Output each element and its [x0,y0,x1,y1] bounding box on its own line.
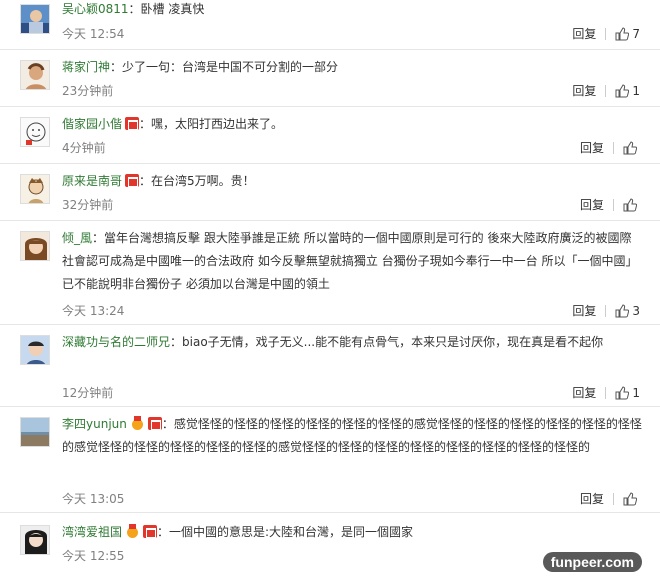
avatar[interactable] [20,525,50,555]
medal-icon[interactable] [130,416,145,430]
reply-button[interactable]: 回复 [572,83,596,99]
reply-button[interactable]: 回复 [580,140,604,156]
reply-button[interactable]: 回复 [572,26,596,42]
divider [605,85,607,97]
divider [605,305,607,317]
thumbs-up-icon [623,492,637,506]
thumbs-up-icon [615,84,630,98]
avatar[interactable] [20,417,50,447]
like-button[interactable] [623,141,640,155]
comment-time: 32分钟前 [62,198,114,212]
avatar[interactable] [20,60,50,90]
comment-text: ：當年台灣想搞反擊 跟大陸爭誰是正統 所以當時的一個中國原則是可行的 後來大陸政… [62,231,638,291]
username-link[interactable]: 湾湾爱祖国 [62,525,122,539]
comment-time: 4分钟前 [62,141,106,155]
username-link[interactable]: 深藏功与名的二师兄 [62,335,170,349]
comment-time: 今天 12:55 [62,549,125,563]
vip-badge-icon[interactable] [147,417,162,430]
username-link[interactable]: 偕家园小偕 [62,117,122,131]
like-count: 3 [632,304,640,318]
divider [605,28,607,40]
username-link[interactable]: 蒋家门神 [62,60,110,74]
comment-time: 今天 13:05 [62,492,125,506]
comment-text: ：嘿，太阳打西边出来了。 [139,117,284,131]
comment-text: ：卧槽 凌真快 [128,2,205,16]
reply-button[interactable]: 回复 [572,303,596,319]
like-button[interactable]: 7 [615,26,640,42]
comment-time: 今天 13:24 [62,304,125,318]
username-link[interactable]: 倾_風 [62,231,92,245]
comment-text: ：一個中國的意思是:大陸和台灣，是同一個國家 [157,525,414,539]
thumbs-up-icon [623,141,637,155]
reply-button[interactable]: 回复 [580,197,604,213]
avatar[interactable] [20,335,50,365]
like-count: 7 [632,27,640,41]
comment-text: ：在台湾5万啊。贵！ [139,174,255,188]
thumbs-up-icon [615,304,630,318]
thumbs-up-icon [615,27,630,41]
comment-item: 原来是南哥 ：在台湾5万啊。贵！ 32分钟前 回复 [0,164,660,221]
like-button[interactable] [623,198,640,212]
comment-item: 李四yunjun ：感觉怪怪的怪怪的怪怪的怪怪的怪怪的怪怪的感觉怪怪的怪怪的怪怪的… [0,407,660,513]
comment-text: ：biao子无情，戏子无义...能不能有点骨气，本来只是讨厌你，现在真是看不起你 [170,335,604,349]
comment-time: 今天 12:54 [62,27,125,41]
comment-item: 蒋家门神：少了一句：台湾是中国不可分割的一部分 23分钟前 回复 1 [0,50,660,107]
divider [613,493,614,505]
divider [613,199,614,211]
comment-text: ：少了一句：台湾是中国不可分割的一部分 [110,60,339,74]
thumbs-up-icon [623,198,637,212]
vip-badge-icon[interactable] [125,174,140,187]
comment-item: 吴心颖0811：卧槽 凌真快 今天 12:54 回复 7 [0,0,660,50]
like-count: 1 [632,84,640,98]
comment-time: 12分钟前 [62,386,114,400]
like-count: 1 [632,386,640,400]
vip-badge-icon[interactable] [143,525,158,538]
username-link[interactable]: 李四yunjun [62,417,127,431]
like-button[interactable]: 1 [615,385,640,401]
like-button[interactable]: 1 [615,83,640,99]
comment-item: 倾_風：當年台灣想搞反擊 跟大陸爭誰是正統 所以當時的一個中國原則是可行的 後來… [0,221,660,325]
comment-item: 偕家园小偕 ：嘿，太阳打西边出来了。 4分钟前 回复 [0,107,660,164]
like-button[interactable]: 3 [615,303,640,319]
thumbs-up-icon [615,386,630,400]
username-link[interactable]: 原来是南哥 [62,174,122,188]
reply-button[interactable]: 回复 [580,491,604,507]
comment-item: 深藏功与名的二师兄：biao子无情，戏子无义...能不能有点骨气，本来只是讨厌你… [0,325,660,407]
comment-time: 23分钟前 [62,84,114,98]
watermark: funpeer.com [542,552,642,572]
avatar[interactable] [20,117,50,147]
like-button[interactable] [623,492,640,506]
divider [613,142,614,154]
reply-button[interactable]: 回复 [572,385,596,401]
avatar[interactable] [20,4,50,34]
avatar[interactable] [20,231,50,261]
medal-icon[interactable] [125,524,140,538]
vip-badge-icon[interactable] [125,117,140,130]
divider [605,387,607,399]
username-link[interactable]: 吴心颖0811 [62,2,129,16]
avatar[interactable] [20,174,50,204]
